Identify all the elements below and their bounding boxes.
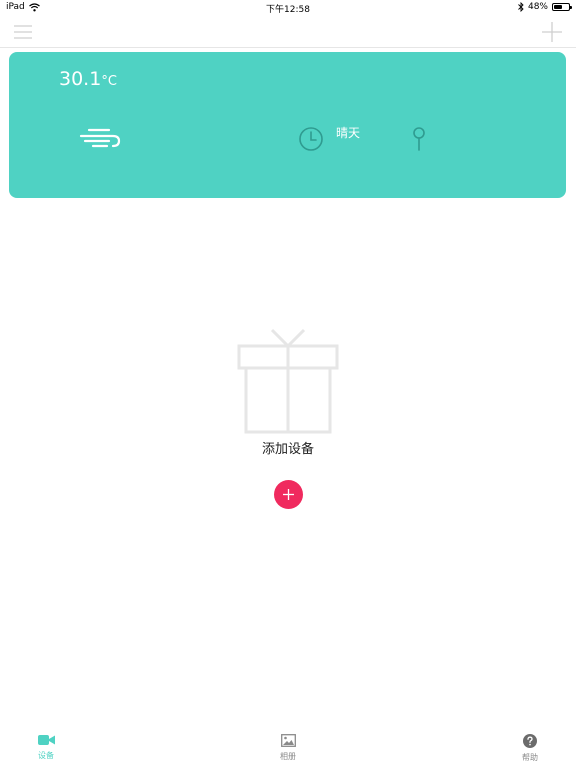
app-screen: iPad 下午12:58 48% 30.1°C 晴天 添加设备 设备 相册 帮助 (0, 0, 576, 768)
image-icon (280, 734, 296, 747)
add-button[interactable] (540, 20, 564, 44)
weather-card: 30.1°C 晴天 (9, 52, 566, 198)
tab-devices[interactable]: 设备 (28, 734, 64, 761)
plus-icon (283, 489, 294, 500)
add-device-button[interactable] (274, 480, 303, 509)
menu-button[interactable] (12, 22, 34, 42)
tab-devices-label: 设备 (38, 751, 54, 760)
add-device-label: 添加设备 (261, 442, 314, 457)
status-time: 下午12:58 (266, 5, 310, 15)
tab-album-label: 相册 (280, 752, 296, 761)
tab-bar: 设备 相册 帮助 (0, 728, 576, 768)
temperature: 30.1°C (59, 68, 117, 90)
status-bar: iPad 下午12:58 48% (0, 0, 576, 16)
status-right: 48% (518, 2, 572, 12)
battery-level (554, 5, 562, 9)
gift-icon (237, 328, 339, 434)
clock-icon (299, 127, 323, 151)
video-camera-icon (37, 735, 55, 745)
location-pin-icon (413, 127, 425, 151)
tab-album[interactable]: 相册 (270, 734, 306, 762)
nav-bar (0, 16, 576, 48)
menu-icon (14, 25, 32, 39)
temperature-unit: °C (101, 74, 117, 89)
tab-help-label: 帮助 (522, 753, 538, 762)
wind-icon (79, 128, 121, 148)
bluetooth-icon (518, 2, 524, 12)
help-icon (523, 734, 537, 748)
temperature-value: 30.1 (59, 68, 102, 90)
plus-icon (542, 22, 562, 42)
battery-icon (552, 3, 572, 11)
tab-help[interactable]: 帮助 (512, 734, 548, 763)
battery-percent: 48% (527, 2, 548, 12)
weather-condition: 晴天 (336, 126, 361, 140)
